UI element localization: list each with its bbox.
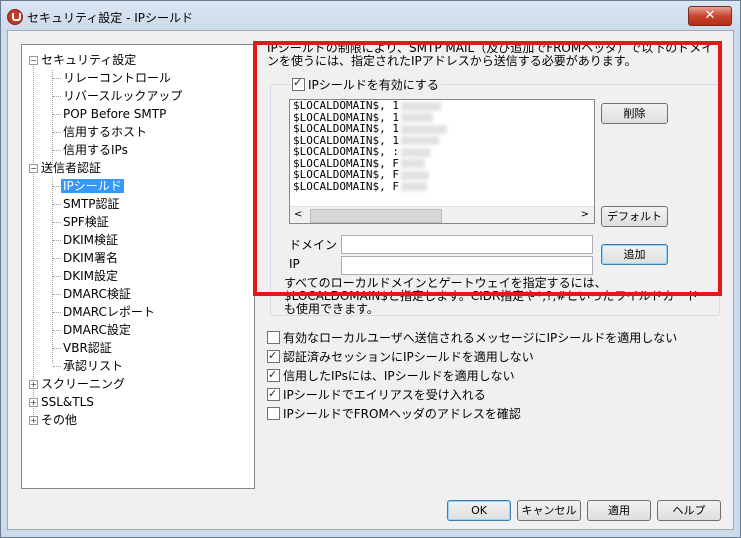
tree-item-spf[interactable]: SPF検証 — [63, 214, 109, 230]
tree-item-reverse-lookup[interactable]: リバースルックアップ — [63, 88, 182, 104]
tree-item-dkim-verify[interactable]: DKIM検証 — [63, 232, 118, 248]
apply-button[interactable]: 適用 — [587, 500, 651, 521]
tree-item-security[interactable]: セキュリティ設定 — [41, 52, 136, 68]
title-bar[interactable]: セキュリティ設定 - IPシールド ✕ — [1, 1, 740, 31]
tree-item-smtp-auth[interactable]: SMTP認証 — [63, 196, 120, 212]
checkbox-unchecked-icon — [267, 407, 280, 420]
tree-item-dmarc-settings[interactable]: DMARC設定 — [63, 322, 131, 338]
tree-item-pop-before-smtp[interactable]: POP Before SMTP — [63, 106, 166, 122]
tree-item-dmarc-report[interactable]: DMARCレポート — [63, 304, 155, 320]
tree-item-approved-list[interactable]: 承認リスト — [63, 358, 123, 374]
tree-item-relay-control[interactable]: リレーコントロール — [63, 70, 171, 86]
tree-item-dkim-settings[interactable]: DKIM設定 — [63, 268, 118, 284]
close-button[interactable]: ✕ — [688, 6, 732, 26]
tree-item-trusted-ips[interactable]: 信用するIPs — [63, 142, 128, 158]
tree-line — [33, 60, 34, 415]
help-button[interactable]: ヘルプ — [657, 500, 721, 521]
expand-icon[interactable]: + — [29, 380, 38, 389]
ok-button[interactable]: OK — [447, 500, 511, 521]
cancel-button[interactable]: キャンセル — [517, 500, 581, 521]
tree-line — [52, 178, 53, 363]
checkbox-checked-icon — [267, 348, 280, 364]
collapse-icon[interactable]: − — [29, 164, 38, 173]
settings-tree[interactable]: − セキュリティ設定 リレーコントロール リバースルックアップ POP Befo… — [21, 44, 255, 489]
checkbox-checked-icon — [267, 367, 280, 383]
checkbox-checked-icon — [267, 386, 280, 402]
window-title: セキュリティ設定 - IPシールド — [27, 11, 194, 25]
tree-item-screening[interactable]: スクリーニング — [41, 376, 125, 392]
option-skip-trusted-ips[interactable]: 信用したIPsには、IPシールドを適用しない — [267, 367, 515, 384]
option-skip-authenticated[interactable]: 認証済みセッションにIPシールドを適用しない — [267, 348, 534, 365]
tree-item-vbr[interactable]: VBR認証 — [63, 340, 112, 356]
tree-item-sender-auth[interactable]: 送信者認証 — [41, 160, 101, 176]
tree-item-ssl-tls[interactable]: SSL&TLS — [41, 394, 94, 410]
tree-item-dkim-sign[interactable]: DKIM署名 — [63, 250, 118, 266]
tree-item-dmarc-verify[interactable]: DMARC検証 — [63, 286, 131, 302]
collapse-icon[interactable]: − — [29, 56, 38, 65]
checkbox-unchecked-icon — [267, 331, 280, 344]
option-skip-valid-local-users[interactable]: 有効なローカルユーザへ送信されるメッセージにIPシールドを適用しない — [267, 330, 677, 346]
option-check-from-header[interactable]: IPシールドでFROMヘッダのアドレスを確認 — [267, 406, 521, 422]
tree-item-trusted-hosts[interactable]: 信用するホスト — [63, 124, 147, 140]
highlight-frame — [253, 41, 722, 296]
option-accept-aliases[interactable]: IPシールドでエイリアスを受け入れる — [267, 386, 486, 403]
app-shield-icon — [7, 9, 23, 25]
tree-item-ip-shield-label: IPシールド — [61, 179, 124, 193]
expand-icon[interactable]: + — [29, 416, 38, 425]
expand-icon[interactable]: + — [29, 398, 38, 407]
tree-item-ip-shield[interactable]: IPシールド — [61, 178, 124, 194]
tree-item-other[interactable]: その他 — [41, 412, 77, 428]
